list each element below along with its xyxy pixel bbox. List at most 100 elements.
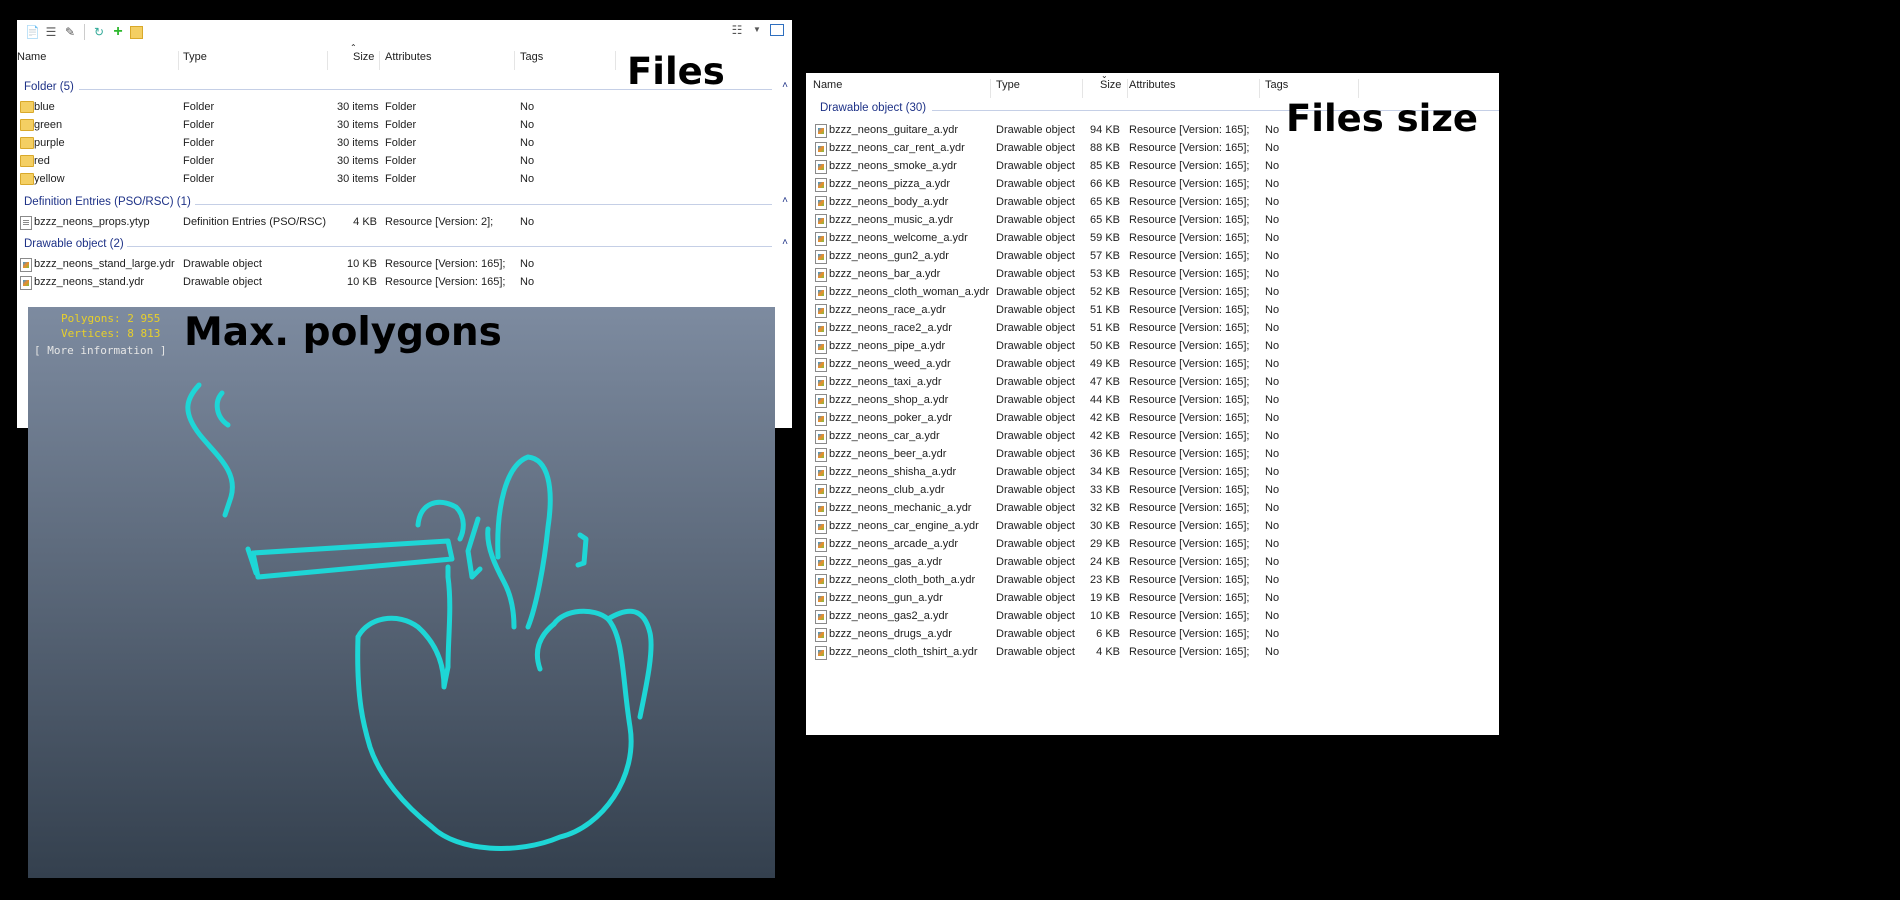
file-row[interactable]: bzzz_neons_music_a.ydr Drawable object 65 … <box>806 211 1499 229</box>
file-attributes: Resource [Version: 165]; <box>1129 304 1250 316</box>
file-attributes: Resource [Version: 165]; <box>1129 160 1250 172</box>
file-name: bzzz_neons_gas2_a.ydr <box>829 610 949 622</box>
file-name: bzzz_neons_welcome_a.ydr <box>829 232 968 244</box>
column-separator[interactable] <box>990 79 991 98</box>
column-header-name[interactable]: Name <box>813 79 842 91</box>
file-row[interactable]: bzzz_neons_beer_a.ydr Drawable object 36 K… <box>806 445 1499 463</box>
file-row[interactable]: bzzz_neons_race2_a.ydr Drawable object 51 … <box>806 319 1499 337</box>
column-separator[interactable] <box>379 51 380 70</box>
collapse-group-icon[interactable]: ˄ <box>782 195 788 206</box>
column-separator[interactable] <box>615 51 616 70</box>
file-row[interactable]: bzzz_neons_taxi_a.ydr Drawable object 47 K… <box>806 373 1499 391</box>
column-header-tags[interactable]: Tags <box>520 51 543 63</box>
file-size: 29 KB <box>1090 538 1120 550</box>
file-row[interactable]: bzzz_neons_gun_a.ydr Drawable object 19 KB… <box>806 589 1499 607</box>
properties-icon[interactable]: 📄 <box>25 25 40 39</box>
view-options-icon[interactable]: ☷ <box>730 23 744 37</box>
file-tags: No <box>1265 592 1280 604</box>
file-tags: No <box>1265 268 1280 280</box>
file-row[interactable]: bzzz_neons_gun2_a.ydr Drawable object 57 K… <box>806 247 1499 265</box>
group-header[interactable]: Folder (5) ˄ <box>17 80 792 98</box>
file-row[interactable]: bzzz_neons_car_a.ydr Drawable object 42 KB… <box>806 427 1499 445</box>
file-row[interactable]: bzzz_neons_stand_large.ydr Drawable objec… <box>17 255 792 273</box>
file-row[interactable]: bzzz_neons_car_rent_a.ydr Drawable object… <box>806 139 1499 157</box>
rename-icon[interactable]: ☰ <box>44 25 58 39</box>
file-row[interactable]: bzzz_neons_gas2_a.ydr Drawable object 10 K… <box>806 607 1499 625</box>
file-row[interactable]: bzzz_neons_weed_a.ydr Drawable object 49 K… <box>806 355 1499 373</box>
file-tags: No <box>1265 250 1280 262</box>
toolbar: 📄 ☰ ✎ ↻ + ☷ ▼ <box>17 20 792 44</box>
file-row[interactable]: bzzz_neons_cloth_both_a.ydr Drawable obje… <box>806 571 1499 589</box>
file-tags: No <box>1265 520 1280 532</box>
file-row[interactable]: bzzz_neons_mechanic_a.ydr Drawable object… <box>806 499 1499 517</box>
column-separator[interactable] <box>327 51 328 70</box>
edit-icon[interactable]: ✎ <box>63 25 77 39</box>
file-row[interactable]: red Folder 30 items Folder No <box>17 152 792 170</box>
neon-finger-tip-right <box>575 532 589 568</box>
column-header-size[interactable]: Size <box>1100 79 1121 91</box>
file-attributes: Folder <box>385 173 417 185</box>
column-header-size[interactable]: Size <box>353 51 374 63</box>
file-size: 30 items <box>337 155 379 167</box>
column-separator[interactable] <box>1358 79 1359 98</box>
file-tags: No <box>520 155 535 167</box>
column-separator[interactable] <box>1082 79 1083 98</box>
preview-pane-icon[interactable] <box>770 24 784 36</box>
file-row[interactable]: bzzz_neons_pipe_a.ydr Drawable object 50 K… <box>806 337 1499 355</box>
chevron-down-icon[interactable]: ▼ <box>750 23 764 37</box>
column-header-name[interactable]: Name <box>17 51 46 63</box>
column-header-tags[interactable]: Tags <box>1265 79 1288 91</box>
refresh-icon[interactable]: ↻ <box>92 25 106 39</box>
file-size: 65 KB <box>1090 196 1120 208</box>
group-header[interactable]: Drawable object (2) ˄ <box>17 237 792 255</box>
file-row[interactable]: bzzz_neons_welcome_a.ydr Drawable object 5… <box>806 229 1499 247</box>
column-header-type[interactable]: Type <box>183 51 207 63</box>
file-row[interactable]: bzzz_neons_pizza_a.ydr Drawable object 66 … <box>806 175 1499 193</box>
collapse-group-icon[interactable]: ˄ <box>782 237 788 248</box>
file-row[interactable]: bzzz_neons_shisha_a.ydr Drawable object 34… <box>806 463 1499 481</box>
file-row[interactable]: bzzz_neons_guitare_a.ydr Drawable object 9… <box>806 121 1499 139</box>
file-row[interactable]: bzzz_neons_smoke_a.ydr Drawable object 85 … <box>806 157 1499 175</box>
collapse-group-icon[interactable]: ˄ <box>782 80 788 91</box>
file-row[interactable]: bzzz_neons_bar_a.ydr Drawable object 53 KB… <box>806 265 1499 283</box>
new-folder-icon[interactable] <box>130 25 143 39</box>
file-attributes: Resource [Version: 165]; <box>1129 520 1250 532</box>
file-row[interactable]: bzzz_neons_cloth_tshirt_a.ydr Drawable ob… <box>806 643 1499 661</box>
file-row[interactable]: bzzz_neons_cloth_woman_a.ydr Drawable obj… <box>806 283 1499 301</box>
file-row[interactable]: purple Folder 30 items Folder No <box>17 134 792 152</box>
group-header[interactable]: Definition Entries (PSO/RSC) (1) ˄ <box>17 195 792 213</box>
file-size: 30 items <box>337 137 379 149</box>
neon-smoke-stroke <box>185 382 235 518</box>
file-row[interactable]: bzzz_neons_car_engine_a.ydr Drawable obje… <box>806 517 1499 535</box>
file-row[interactable]: bzzz_neons_poker_a.ydr Drawable object 42 … <box>806 409 1499 427</box>
column-header-attributes[interactable]: Attributes <box>385 51 431 63</box>
model-viewport[interactable]: Polygons: 2 955 Vertices: 8 813 [ More i… <box>28 307 775 878</box>
group-header-label: Definition Entries (PSO/RSC) (1) <box>24 196 191 208</box>
file-row[interactable]: bzzz_neons_arcade_a.ydr Drawable object 29… <box>806 535 1499 553</box>
column-separator[interactable] <box>1127 79 1128 98</box>
neon-finger-fold <box>534 621 557 672</box>
column-separator[interactable] <box>514 51 515 70</box>
add-icon[interactable]: + <box>111 24 125 40</box>
column-header-attributes[interactable]: Attributes <box>1129 79 1175 91</box>
drawable-file-icon <box>815 610 827 624</box>
file-row[interactable]: blue Folder 30 items Folder No <box>17 98 792 116</box>
column-header-type[interactable]: Type <box>996 79 1020 91</box>
neon-finger-left <box>415 500 466 542</box>
file-type: Folder <box>183 101 215 113</box>
file-row[interactable]: yellow Folder 30 items Folder No <box>17 170 792 188</box>
file-row[interactable]: bzzz_neons_stand.ydr Drawable object 10 KB… <box>17 273 792 291</box>
file-row[interactable]: bzzz_neons_body_a.ydr Drawable object 65 K… <box>806 193 1499 211</box>
file-row[interactable]: bzzz_neons_club_a.ydr Drawable object 33 K… <box>806 481 1499 499</box>
file-attributes: Resource [Version: 165]; <box>1129 178 1250 190</box>
file-row[interactable]: bzzz_neons_props.ytyp Definition Entries … <box>17 213 792 231</box>
file-row[interactable]: green Folder 30 items Folder No <box>17 116 792 134</box>
column-separator[interactable] <box>178 51 179 70</box>
drawable-file-icon <box>815 538 827 552</box>
file-type: Folder <box>183 137 215 149</box>
file-row[interactable]: bzzz_neons_race_a.ydr Drawable object 51 K… <box>806 301 1499 319</box>
file-row[interactable]: bzzz_neons_gas_a.ydr Drawable object 24 KB… <box>806 553 1499 571</box>
file-row[interactable]: bzzz_neons_shop_a.ydr Drawable object 44 K… <box>806 391 1499 409</box>
column-separator[interactable] <box>1259 79 1260 98</box>
file-row[interactable]: bzzz_neons_drugs_a.ydr Drawable object 6 K… <box>806 625 1499 643</box>
